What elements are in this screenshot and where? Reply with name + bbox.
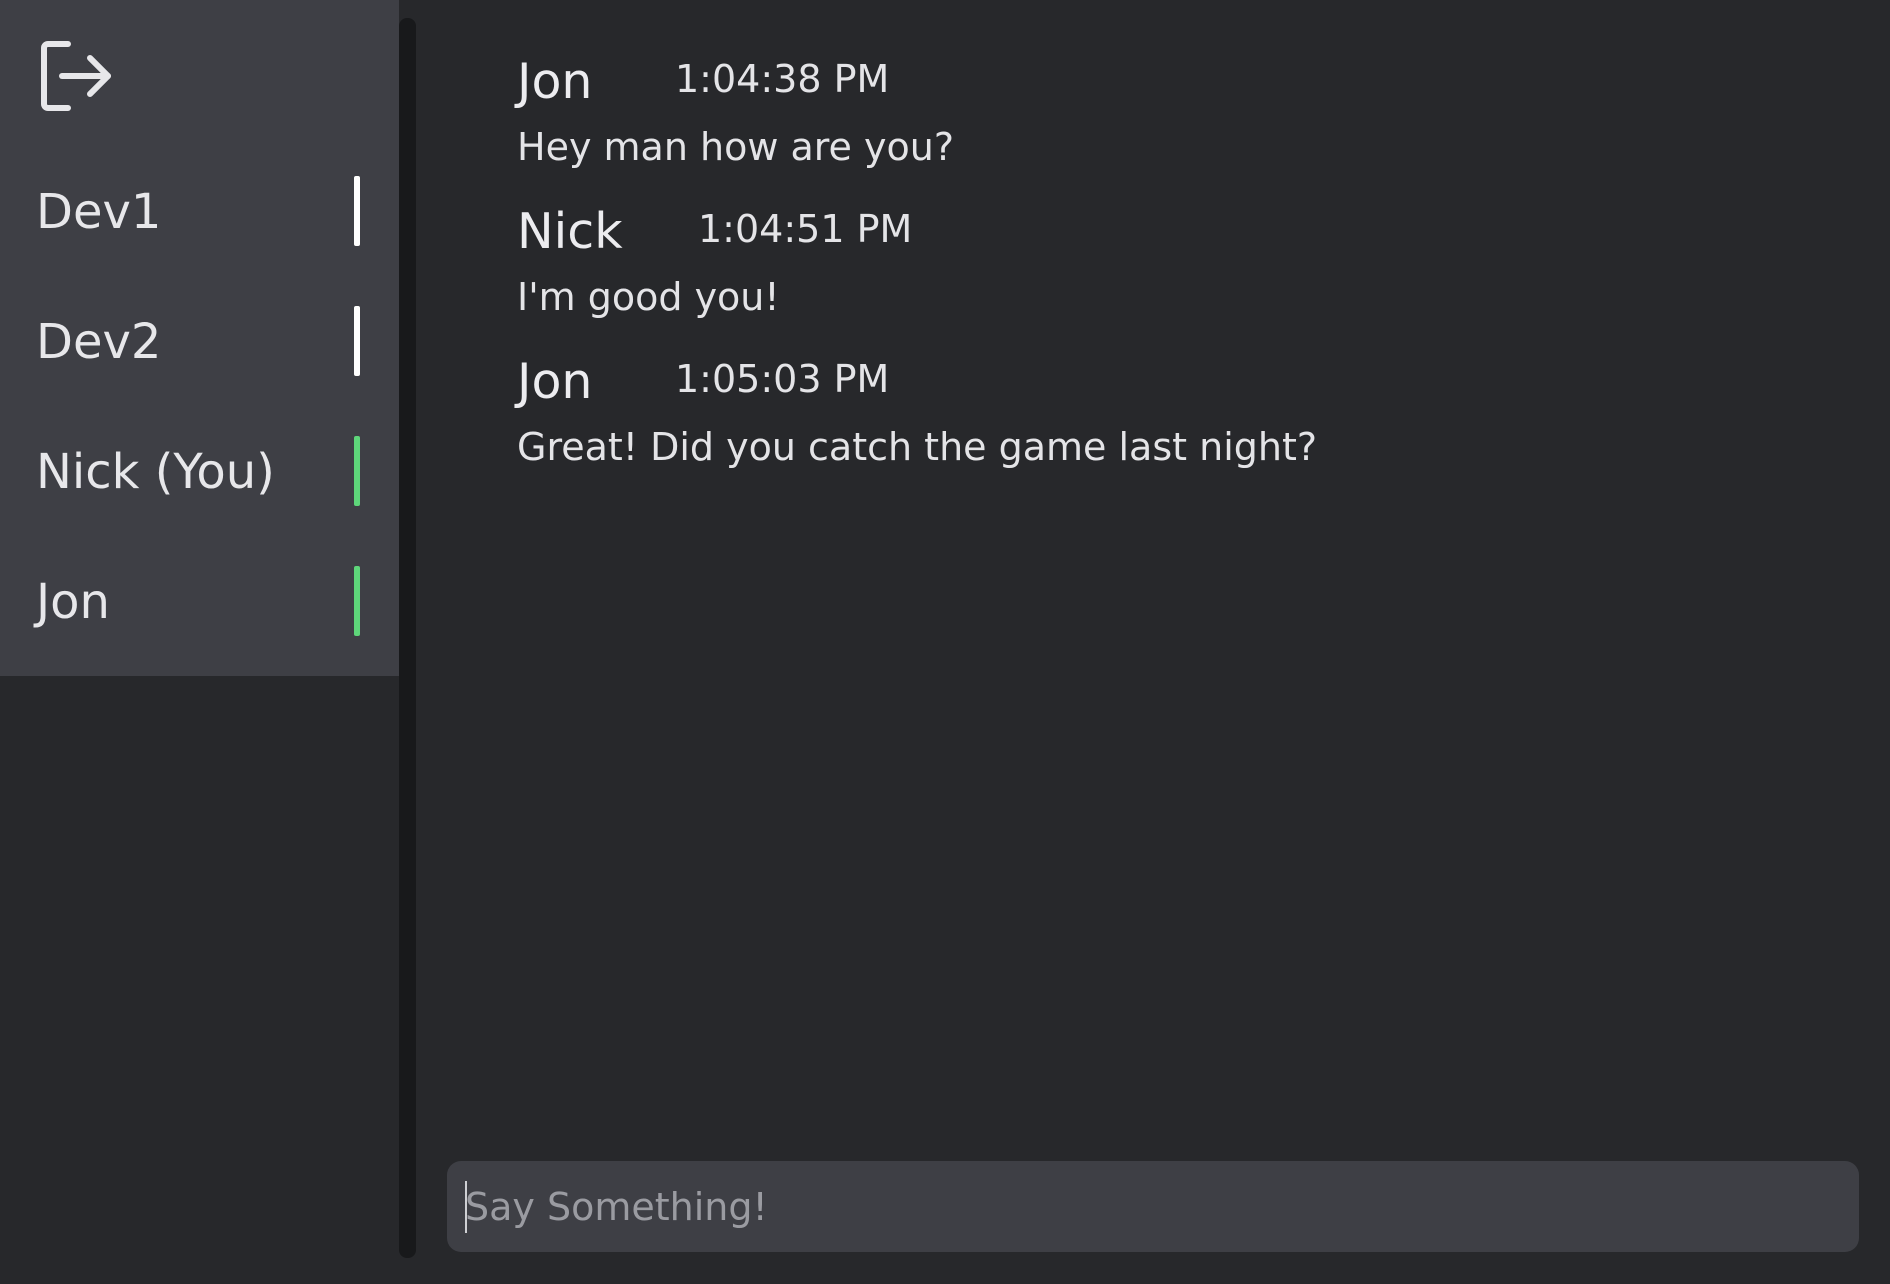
message: Jon 1:05:03 PM Great! Did you catch the … xyxy=(517,352,1817,502)
user-name: Jon xyxy=(36,574,110,630)
message: Nick 1:04:51 PM I'm good you! xyxy=(517,202,1817,352)
message-author: Nick xyxy=(517,203,623,260)
user-name: Nick (You) xyxy=(36,444,275,500)
status-indicator xyxy=(354,306,360,376)
logout-icon xyxy=(41,41,111,111)
message-author: Jon xyxy=(517,53,593,110)
message-timestamp: 1:04:38 PM xyxy=(675,57,890,101)
message-composer xyxy=(447,1161,1859,1252)
message-author: Jon xyxy=(517,353,593,410)
status-indicator xyxy=(354,566,360,636)
user-item-nick[interactable]: Nick (You) xyxy=(0,408,399,538)
message-text: Hey man how are you? xyxy=(517,125,954,169)
status-indicator xyxy=(354,176,360,246)
message-text: I'm good you! xyxy=(517,275,780,319)
logout-button[interactable] xyxy=(38,38,114,114)
user-name: Dev2 xyxy=(36,314,162,370)
message-input[interactable] xyxy=(465,1161,1835,1252)
chat-app: Dev1 Dev2 Nick (You) Jon Jon 1:04:38 PM … xyxy=(0,0,1890,1284)
message-timestamp: 1:04:51 PM xyxy=(698,207,913,251)
message-text: Great! Did you catch the game last night… xyxy=(517,425,1318,469)
user-item-dev2[interactable]: Dev2 xyxy=(0,278,399,408)
sidebar: Dev1 Dev2 Nick (You) Jon xyxy=(0,0,399,676)
user-item-dev1[interactable]: Dev1 xyxy=(0,148,399,278)
message-timestamp: 1:05:03 PM xyxy=(675,357,890,401)
message-list: Jon 1:04:38 PM Hey man how are you? Nick… xyxy=(517,52,1817,502)
message: Jon 1:04:38 PM Hey man how are you? xyxy=(517,52,1817,202)
status-indicator xyxy=(354,436,360,506)
user-item-jon[interactable]: Jon xyxy=(0,538,399,668)
sidebar-scrollbar[interactable] xyxy=(399,18,416,1258)
user-list: Dev1 Dev2 Nick (You) Jon xyxy=(0,148,399,668)
text-caret xyxy=(465,1181,467,1233)
user-name: Dev1 xyxy=(36,184,162,240)
